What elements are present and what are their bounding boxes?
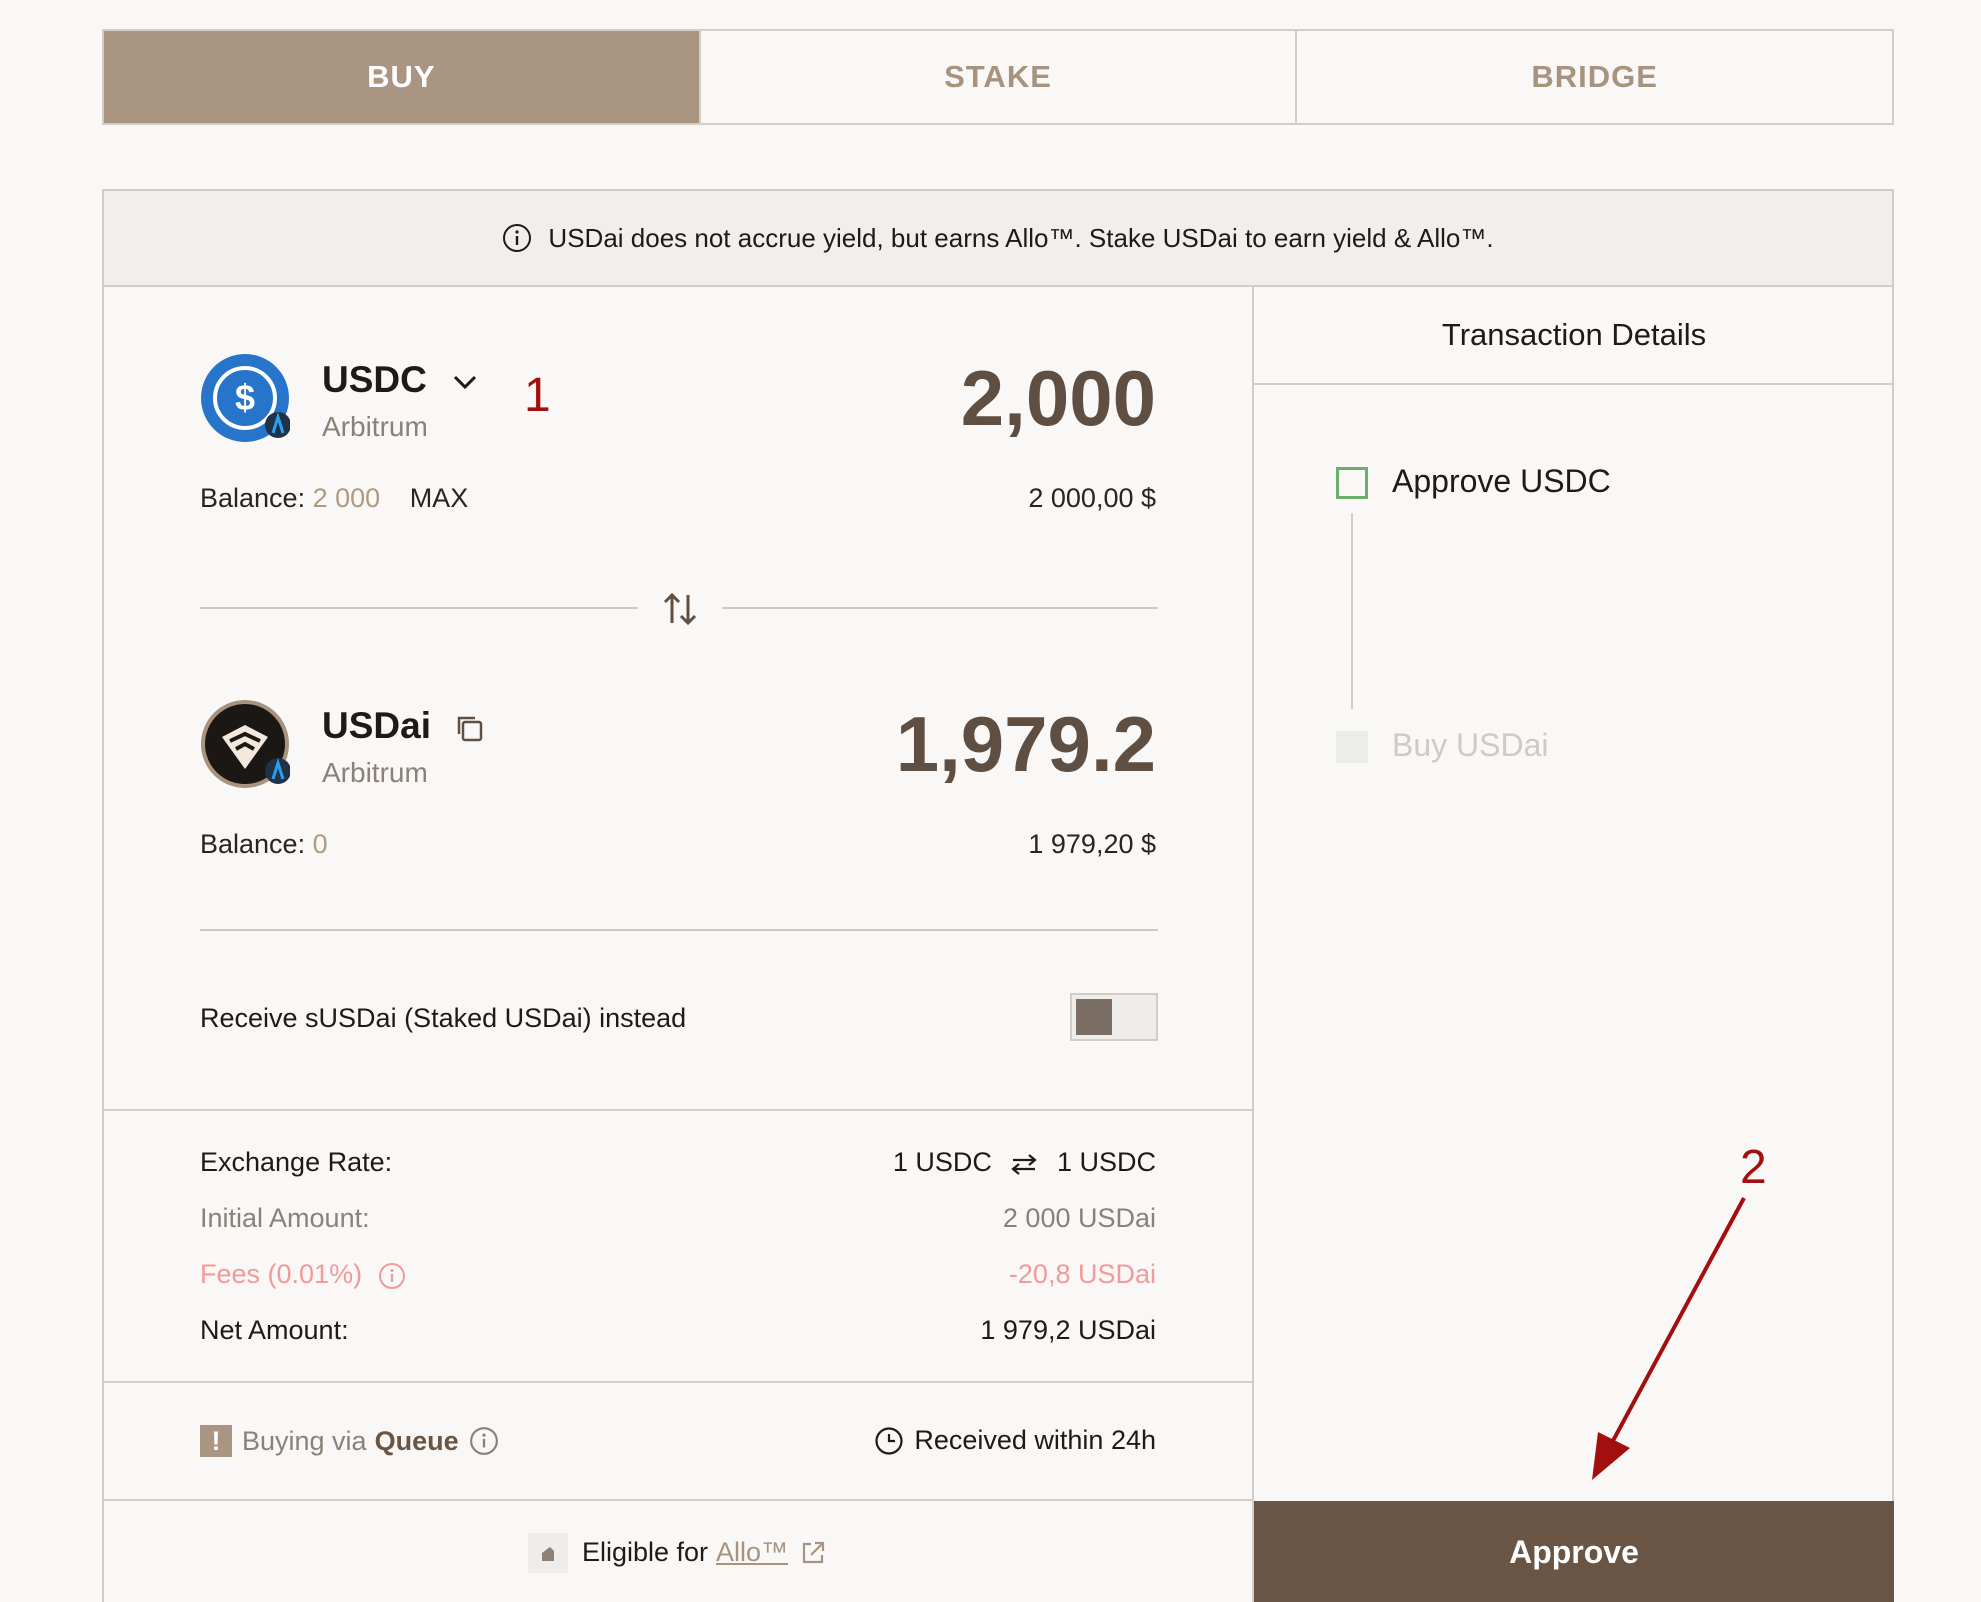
to-amount: 1,979.2 bbox=[895, 700, 1156, 788]
transaction-details-title: Transaction Details bbox=[1254, 287, 1894, 385]
from-network: Arbitrum bbox=[322, 411, 428, 442]
received-text: Received within 24h bbox=[914, 1425, 1156, 1455]
to-token-name: USDai bbox=[322, 705, 431, 746]
from-balance-label: Balance: bbox=[200, 483, 306, 513]
divider bbox=[722, 607, 1158, 609]
eligible-allo: Eligible for Allo™ bbox=[104, 1501, 1252, 1602]
info-icon[interactable] bbox=[469, 1426, 499, 1456]
step-buy-checkbox bbox=[1336, 731, 1368, 763]
annotation-arrow bbox=[1592, 1197, 1746, 1480]
info-icon bbox=[503, 224, 532, 252]
to-balance: Balance: 0 bbox=[200, 829, 328, 860]
from-token-selector[interactable]: USDC bbox=[322, 359, 479, 401]
tab-stake[interactable]: STAKE bbox=[698, 31, 1296, 123]
step-buy-label: Buy USDai bbox=[1392, 727, 1549, 763]
allo-link[interactable]: Allo™ bbox=[716, 1537, 788, 1568]
tab-buy[interactable]: BUY bbox=[104, 31, 699, 123]
tab-bar: BUY STAKE BRIDGE bbox=[102, 29, 1894, 125]
transaction-details-panel: Transaction Details Approve USDC Buy USD… bbox=[1254, 287, 1894, 1602]
usdai-icon bbox=[201, 700, 290, 788]
usdc-icon: $ bbox=[201, 354, 290, 442]
receive-susdai-toggle[interactable] bbox=[1070, 993, 1158, 1041]
step-connector bbox=[1351, 513, 1353, 709]
swap-direction-icon[interactable] bbox=[660, 589, 700, 629]
exchange-rate-label: Exchange Rate: bbox=[200, 1147, 393, 1177]
approve-button[interactable]: Approve bbox=[1254, 1501, 1894, 1602]
exchange-rate-right: 1 USDC bbox=[1056, 1147, 1156, 1177]
divider bbox=[200, 929, 1158, 931]
copy-icon[interactable] bbox=[453, 712, 485, 744]
to-balance-label: Balance: bbox=[200, 829, 306, 859]
notice-text: USDai does not accrue yield, but earns A… bbox=[548, 222, 1494, 253]
toggle-knob bbox=[1076, 999, 1112, 1035]
to-token-label: USDai bbox=[322, 705, 485, 747]
to-balance-value: 0 bbox=[312, 829, 328, 859]
exchange-rate-value: 1 USDC 1 USDC bbox=[893, 1147, 1156, 1178]
step-approve-checkbox bbox=[1336, 467, 1368, 499]
queue-label: Queue bbox=[374, 1425, 459, 1456]
svg-text:$: $ bbox=[235, 377, 255, 418]
to-network: Arbitrum bbox=[322, 757, 428, 788]
divider bbox=[104, 1109, 1252, 1111]
step-approve-label: Approve USDC bbox=[1392, 463, 1611, 499]
receive-susdai-label: Receive sUSDai (Staked USDai) instead bbox=[200, 1003, 687, 1033]
queue-prefix: Buying via bbox=[242, 1425, 367, 1456]
net-amount-value: 1 979,2 USDai bbox=[980, 1315, 1156, 1345]
eligible-prefix: Eligible for bbox=[581, 1537, 709, 1567]
divider bbox=[200, 607, 638, 609]
from-balance-value: 2 000 bbox=[312, 483, 381, 513]
annotation-2: 2 bbox=[1740, 1141, 1767, 1194]
divider bbox=[104, 1381, 1252, 1383]
info-icon[interactable] bbox=[378, 1262, 406, 1290]
fees-value: -20,8 USDai bbox=[1008, 1259, 1156, 1289]
tab-bridge[interactable]: BRIDGE bbox=[1295, 31, 1893, 123]
clock-icon bbox=[875, 1426, 903, 1455]
to-usd-value: 1 979,20 $ bbox=[1028, 829, 1156, 859]
from-token-name: USDC bbox=[322, 359, 427, 400]
from-balance: Balance: 2 000 MAX bbox=[200, 483, 468, 514]
received-within: Received within 24h bbox=[874, 1425, 1156, 1456]
swap-panel: $ USDC Arbitrum 2,000 Balance: 2 000 MAX… bbox=[104, 287, 1254, 1602]
buying-via-queue: ! Buying via Queue bbox=[200, 1425, 499, 1457]
net-amount-label: Net Amount: bbox=[200, 1315, 349, 1345]
initial-amount-value: 2 000 USDai bbox=[1002, 1203, 1156, 1233]
annotation-1: 1 bbox=[524, 369, 551, 422]
fees-label-text: Fees (0.01%) bbox=[200, 1259, 363, 1289]
from-usd-value: 2 000,00 $ bbox=[1028, 483, 1156, 513]
exchange-rate-left: 1 USDC bbox=[892, 1147, 992, 1177]
swap-arrows-icon bbox=[1011, 1154, 1038, 1175]
from-amount-input[interactable]: 2,000 bbox=[961, 353, 1156, 444]
external-link-icon[interactable] bbox=[798, 1538, 828, 1568]
allo-icon bbox=[527, 1532, 568, 1573]
max-button[interactable]: MAX bbox=[410, 483, 469, 513]
chevron-down-icon bbox=[454, 376, 477, 390]
warning-icon: ! bbox=[200, 1425, 232, 1457]
initial-amount-label: Initial Amount: bbox=[200, 1203, 370, 1233]
yield-notice: USDai does not accrue yield, but earns A… bbox=[104, 191, 1892, 287]
fees-label: Fees (0.01%) bbox=[200, 1259, 406, 1290]
